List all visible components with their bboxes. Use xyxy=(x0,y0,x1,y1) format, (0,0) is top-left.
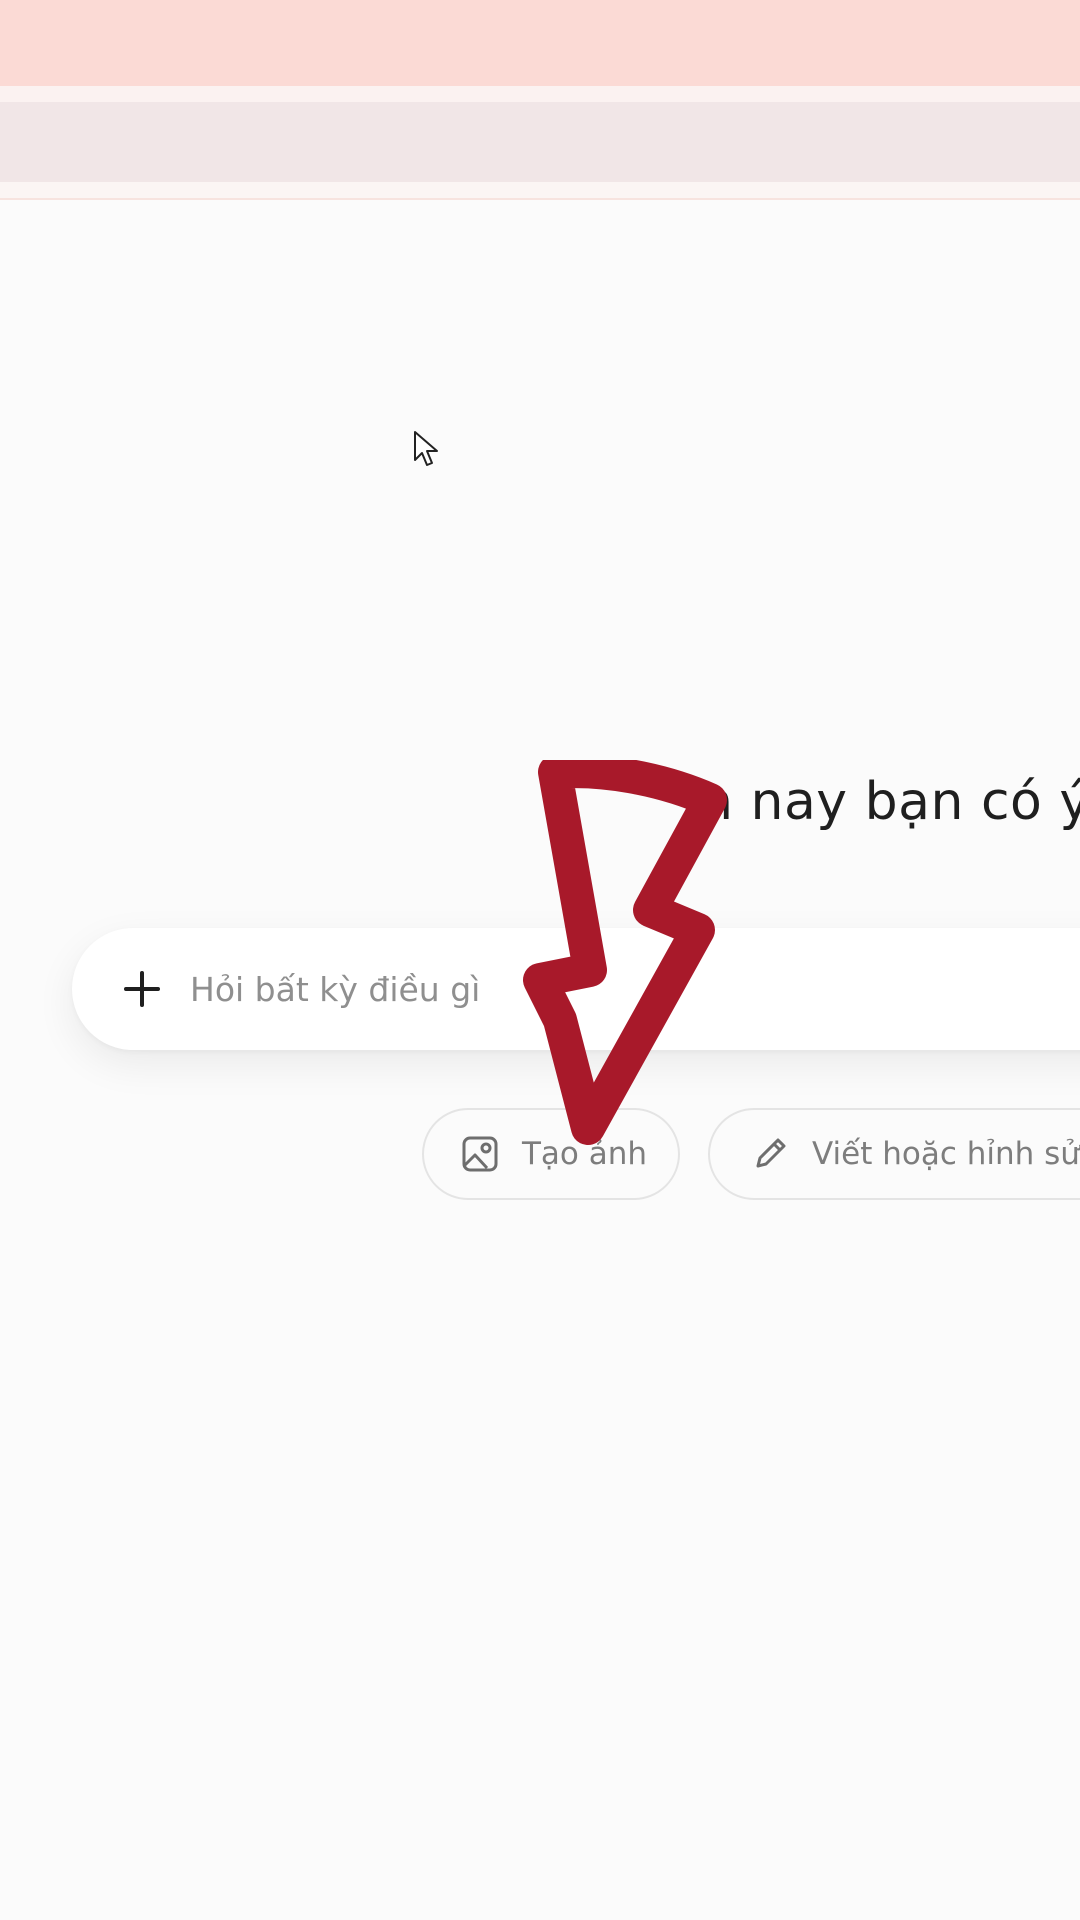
write-or-edit-chip[interactable]: Viết hoặc hỉnh sửa xyxy=(708,1108,1080,1200)
page: n nay bạn có ý Tạo ảnh Viết hoặc hỉnh sử… xyxy=(0,0,1080,1920)
prompt-input[interactable] xyxy=(190,958,1080,1020)
write-or-edit-label: Viết hoặc hỉnh sửa xyxy=(812,1136,1080,1172)
create-image-chip[interactable]: Tạo ảnh xyxy=(422,1108,680,1200)
image-icon xyxy=(460,1134,500,1174)
pencil-icon xyxy=(750,1134,790,1174)
create-image-label: Tạo ảnh xyxy=(522,1136,648,1172)
add-attachment-button[interactable] xyxy=(108,955,176,1023)
browser-toolbar-edge xyxy=(0,182,1080,200)
greeting-heading: n nay bạn có ý xyxy=(700,772,1080,832)
chat-composer xyxy=(72,928,1080,1050)
mouse-cursor-icon xyxy=(414,431,438,466)
browser-tab-strip[interactable] xyxy=(0,102,1080,182)
plus-icon xyxy=(124,971,160,1007)
browser-top-gap xyxy=(0,86,1080,102)
browser-top-bar xyxy=(0,0,1080,86)
